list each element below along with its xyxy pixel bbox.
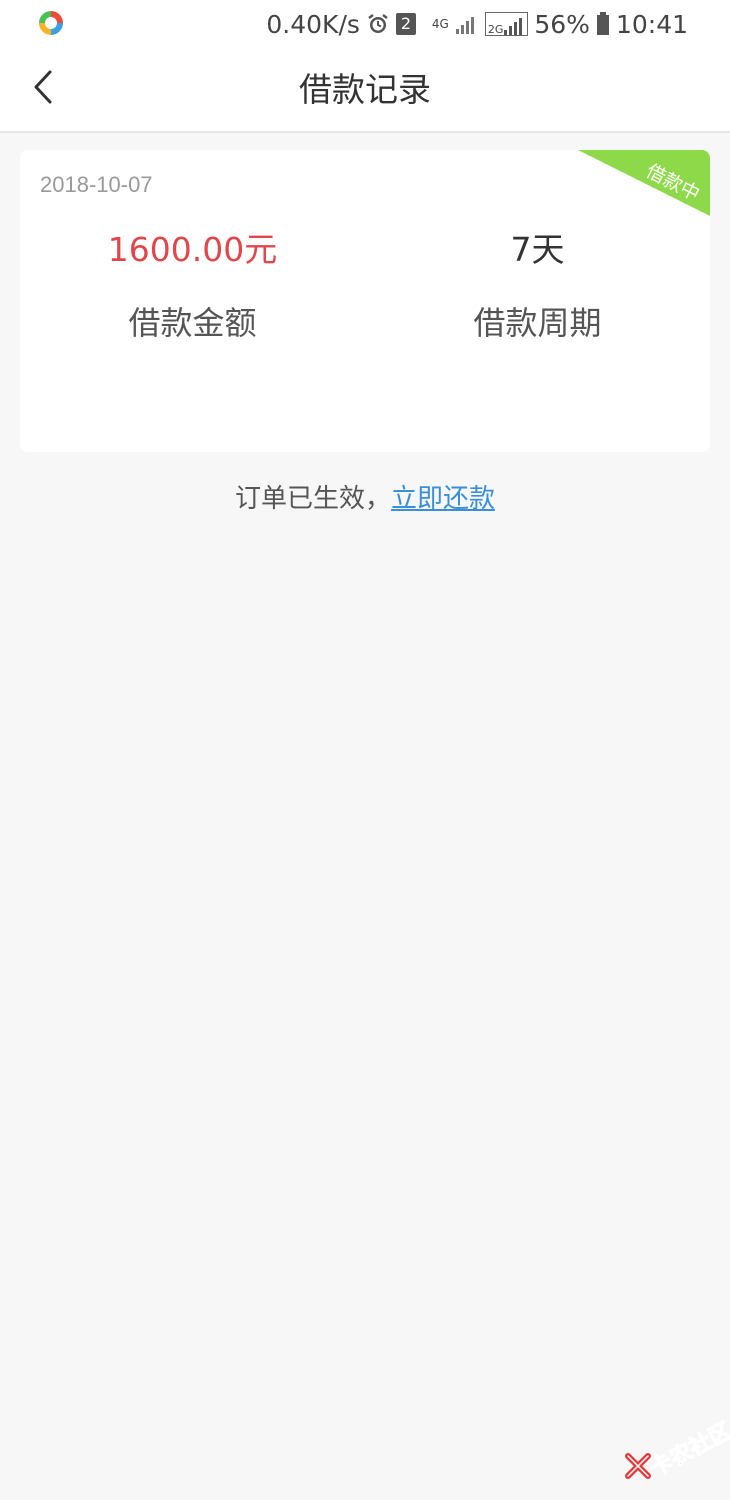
back-button[interactable] [18, 62, 68, 112]
record-date: 2018-10-07 [40, 172, 153, 197]
loan-period-label: 借款周期 [473, 304, 602, 342]
nav-bar: 借款记录 [0, 48, 730, 133]
watermark: 卡农社区 [624, 1414, 730, 1484]
signal-icon [504, 18, 523, 35]
loan-period: 7天 [510, 230, 565, 269]
sim2-signal: 2G [484, 12, 529, 36]
page-title: 借款记录 [299, 70, 431, 109]
period-column: 7天 借款周期 [365, 228, 710, 344]
battery-percent: 56% [534, 9, 590, 39]
network-4g-label: 4G [431, 17, 449, 31]
status-bar: 0.40K/s 2 4G 2G 56% 10:41 [0, 0, 730, 48]
amount-column: 1600.00元 借款金额 [20, 228, 365, 344]
network-speed: 0.40K/s [266, 9, 360, 39]
repay-now-link[interactable]: 立即还款 [391, 484, 495, 514]
loan-amount-label: 借款金额 [128, 304, 257, 342]
network-2g-label: 2G [487, 23, 504, 36]
app-notification-icon [39, 11, 63, 35]
loan-amount: 1600.00元 [107, 230, 278, 269]
status-indicators: 0.40K/s 2 4G 2G 56% 10:41 [266, 6, 688, 42]
notice-text: 订单已生效， [234, 484, 391, 514]
status-ribbon: 借款中 [578, 150, 710, 216]
sim-badge: 2 [395, 13, 416, 35]
alarm-icon [368, 14, 388, 33]
chevron-left-icon [34, 70, 52, 104]
loan-record-card[interactable]: 2018-10-07 借款中 1600.00元 借款金额 7天 借款周期 [20, 150, 710, 452]
signal-icon [455, 17, 474, 34]
clock: 10:41 [615, 9, 688, 39]
watermark-text: 卡农社区 [646, 1418, 730, 1482]
order-notice: 订单已生效，立即还款 [0, 478, 730, 515]
battery-icon [596, 12, 609, 35]
